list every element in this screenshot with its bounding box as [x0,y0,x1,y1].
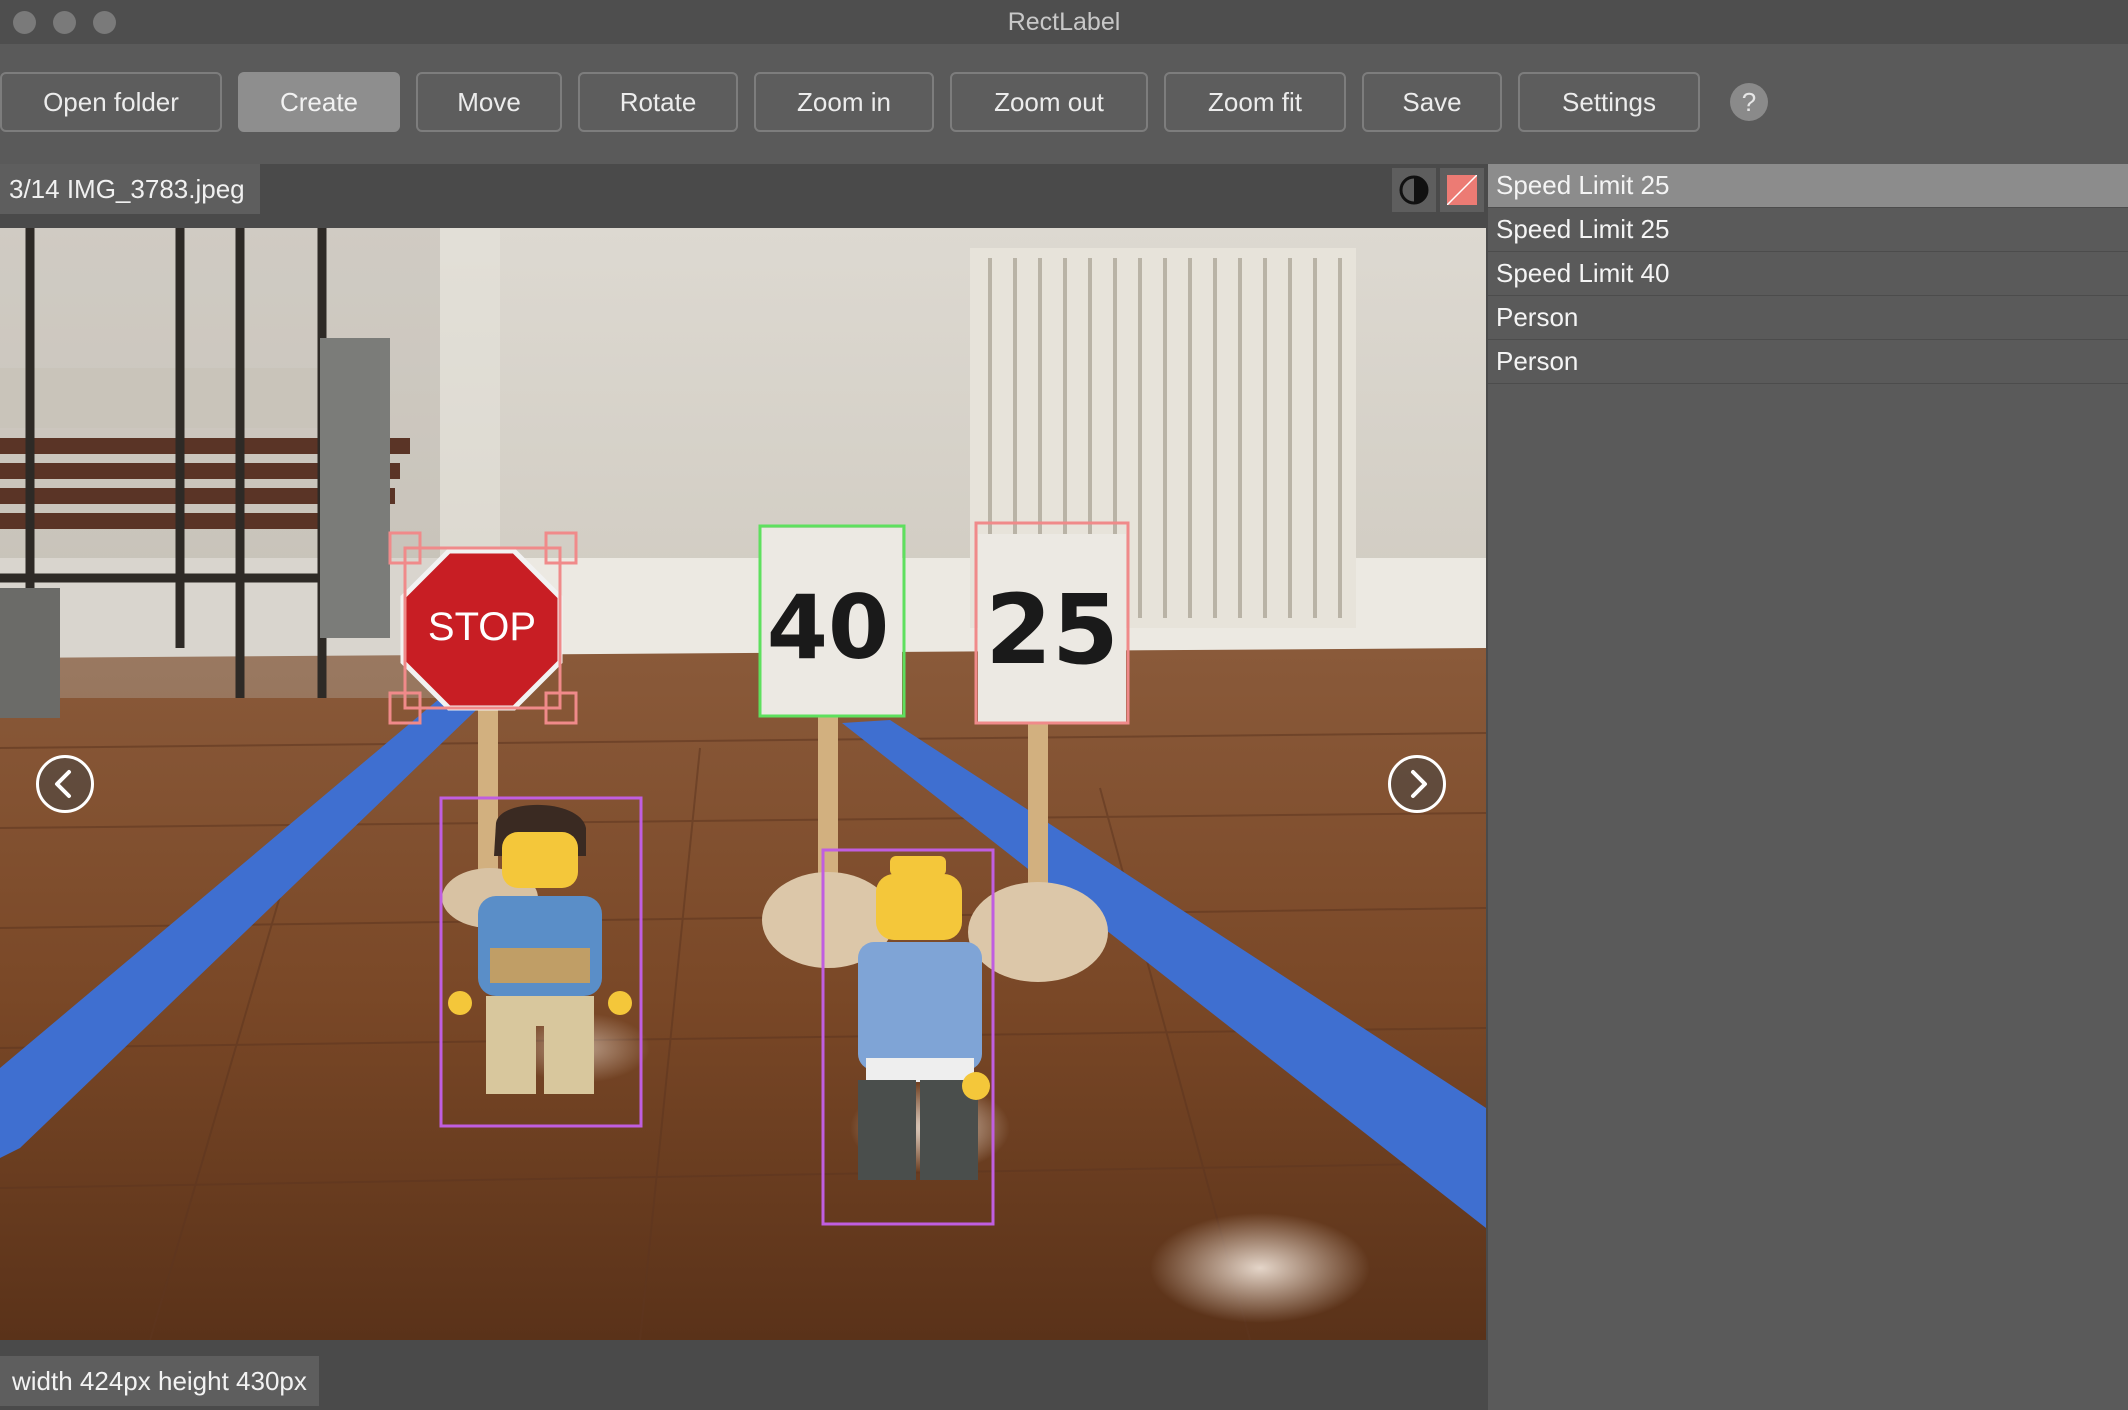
rotate-button[interactable]: Rotate [578,72,738,132]
open-folder-button[interactable]: Open folder [0,72,222,132]
help-button[interactable]: ? [1730,83,1768,121]
label-list-panel: Speed Limit 25 Speed Limit 25 Speed Limi… [1486,164,2128,1410]
stop-sign-text: STOP [428,605,536,649]
sign-25-text: 25 [985,574,1119,686]
chevron-left-icon [55,770,71,798]
photo-scene: STOP 40 25 [0,228,1486,1340]
settings-button[interactable]: Settings [1518,72,1700,132]
label-list-item[interactable]: Speed Limit 40 [1488,252,2128,296]
create-button[interactable]: Create [238,72,400,132]
zoom-in-button[interactable]: Zoom in [754,72,934,132]
title-bar: RectLabel [0,0,2128,44]
file-bar: 3/14 IMG_3783.jpeg [0,164,1486,228]
contrast-icon[interactable] [1392,168,1436,212]
label-list-item[interactable]: Speed Limit 25 [1488,208,2128,252]
next-image-button[interactable] [1388,755,1446,813]
image-canvas[interactable]: STOP 40 25 [0,228,1486,1340]
save-button[interactable]: Save [1362,72,1502,132]
status-bar: width 424px height 430px [0,1340,1486,1410]
chevron-right-icon [1411,770,1427,798]
toolbar: Open folder Create Move Rotate Zoom in Z… [0,44,2128,164]
label-list-item[interactable]: Speed Limit 25 [1488,164,2128,208]
sign-40-text: 40 [767,576,889,679]
color-swatch-icon[interactable] [1440,168,1484,212]
zoom-out-button[interactable]: Zoom out [950,72,1148,132]
move-button[interactable]: Move [416,72,562,132]
app-window: RectLabel Open folder Create Move Rotate… [0,0,2128,1410]
previous-image-button[interactable] [36,755,94,813]
selection-size-label: width 424px height 430px [0,1356,319,1406]
label-list-item[interactable]: Person [1488,296,2128,340]
window-title: RectLabel [1007,8,1121,36]
file-label: 3/14 IMG_3783.jpeg [0,164,260,214]
zoom-fit-button[interactable]: Zoom fit [1164,72,1346,132]
label-list-item[interactable]: Person [1488,340,2128,384]
